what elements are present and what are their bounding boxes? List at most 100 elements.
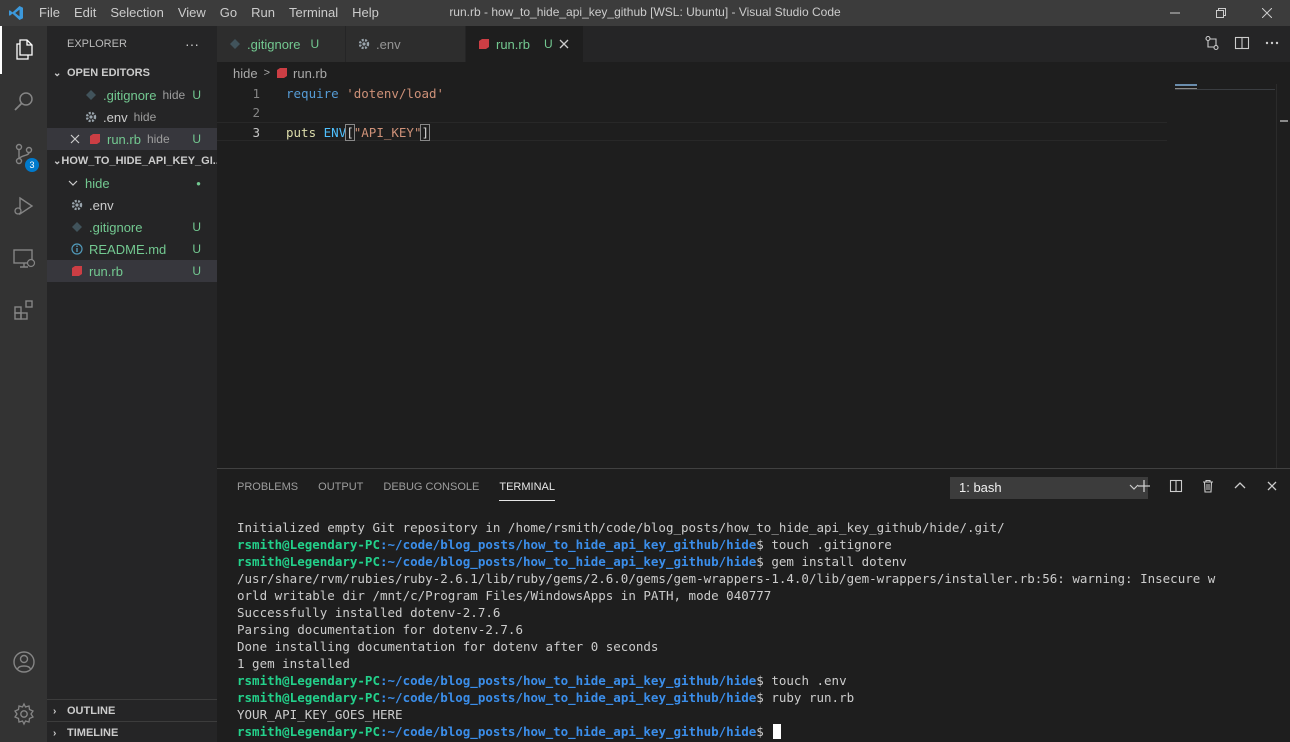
minimize-button[interactable] xyxy=(1152,0,1198,26)
menu-view[interactable]: View xyxy=(171,0,213,26)
menu-run[interactable]: Run xyxy=(244,0,282,26)
tab-problems[interactable]: PROBLEMS xyxy=(237,469,298,505)
git-status-badge: U xyxy=(543,37,553,51)
file-name: README.md xyxy=(89,241,167,257)
terminal-select[interactable]: 1: bash xyxy=(950,477,1148,499)
close-icon[interactable] xyxy=(67,131,83,147)
file-run-rb[interactable]: run.rb U xyxy=(47,260,217,282)
tab-terminal[interactable]: TERMINAL xyxy=(499,469,555,505)
project-folder-label: HOW_TO_HIDE_API_KEY_GI... xyxy=(61,155,217,167)
line-number: 2 xyxy=(252,105,260,120)
terminal-output-line: Initialized empty Git repository in /hom… xyxy=(237,520,1005,535)
editor-tabs: .gitignore U .env run.rb U xyxy=(217,26,1290,62)
prompt-path: :~/code/blog_posts/how_to_hide_api_key_g… xyxy=(380,724,757,739)
tab-env[interactable]: .env xyxy=(346,26,466,62)
restore-icon xyxy=(1216,8,1226,18)
breadcrumb-file[interactable]: run.rb xyxy=(293,66,327,81)
settings-file-icon xyxy=(69,197,85,213)
open-editor-folder: hide xyxy=(146,132,170,146)
extensions-activity-button[interactable] xyxy=(0,286,47,334)
more-icon[interactable] xyxy=(1264,35,1280,54)
run-debug-activity-button[interactable] xyxy=(0,182,47,230)
maximize-panel-icon[interactable] xyxy=(1232,478,1248,497)
terminal-output-line: 1 gem installed xyxy=(237,656,350,671)
open-editor-folder: hide xyxy=(133,110,157,124)
tab-label: .env xyxy=(376,36,401,52)
restore-button[interactable] xyxy=(1198,0,1244,26)
string-token: "API_KEY" xyxy=(353,125,422,140)
git-status-badge: U xyxy=(192,264,201,278)
open-editor-gitignore[interactable]: .gitignore hide U xyxy=(47,84,217,106)
constant-token: ENV xyxy=(323,125,347,140)
accounts-activity-button[interactable] xyxy=(0,638,47,686)
gitignore-file-icon xyxy=(69,219,85,235)
explorer-sidebar: EXPLORER ··· ⌄ OPEN EDITORS .gitignore h… xyxy=(47,26,217,742)
outline-label: OUTLINE xyxy=(67,705,116,717)
line-number: 1 xyxy=(252,86,260,101)
chevron-right-icon: > xyxy=(263,67,271,79)
tab-run-rb[interactable]: run.rb U xyxy=(466,26,584,62)
search-activity-button[interactable] xyxy=(0,78,47,126)
tab-output[interactable]: OUTPUT xyxy=(318,469,363,505)
file-name: .gitignore xyxy=(89,219,143,235)
source-control-activity-button[interactable]: 3 xyxy=(0,130,47,178)
split-terminal-icon[interactable] xyxy=(1168,478,1184,497)
minimap[interactable] xyxy=(1175,84,1275,94)
menu-terminal[interactable]: Terminal xyxy=(282,0,345,26)
timeline-section[interactable]: › TIMELINE xyxy=(47,721,217,742)
file-name: run.rb xyxy=(89,263,123,279)
more-actions-button[interactable]: ··· xyxy=(185,36,199,52)
menu-selection[interactable]: Selection xyxy=(103,0,170,26)
close-tab-icon[interactable] xyxy=(559,39,569,49)
open-editors-header[interactable]: ⌄ OPEN EDITORS xyxy=(47,62,217,84)
file-readme[interactable]: README.md U xyxy=(47,238,217,260)
terminal-command-line: rsmith@Legendary-PC:~/code/blog_posts/ho… xyxy=(237,553,1282,570)
activity-bar: 3 xyxy=(0,26,47,742)
trash-icon[interactable] xyxy=(1200,478,1216,497)
tab-gitignore[interactable]: .gitignore U xyxy=(217,26,346,62)
remote-explorer-activity-button[interactable] xyxy=(0,234,47,282)
terminal-select-value: 1: bash xyxy=(959,480,1002,495)
close-window-button[interactable] xyxy=(1244,0,1290,26)
open-editor-folder: hide xyxy=(162,88,186,102)
tab-debug-console[interactable]: DEBUG CONSOLE xyxy=(383,469,479,505)
manage-activity-button[interactable] xyxy=(0,690,47,738)
breadcrumb-folder[interactable]: hide xyxy=(233,66,258,81)
line-number: 3 xyxy=(252,125,260,140)
close-panel-icon[interactable] xyxy=(1264,478,1280,497)
open-editor-run-rb[interactable]: run.rb hide U xyxy=(47,128,217,150)
terminal-command-line: rsmith@Legendary-PC:~/code/blog_posts/ho… xyxy=(237,672,1282,689)
command-text: $ ruby run.rb xyxy=(756,690,855,705)
command-text: $ xyxy=(756,724,772,739)
prompt-user: rsmith@Legendary-PC xyxy=(237,724,380,739)
menu-help[interactable]: Help xyxy=(345,0,386,26)
open-editor-env[interactable]: .env hide xyxy=(47,106,217,128)
menu-edit[interactable]: Edit xyxy=(67,0,103,26)
open-changes-icon[interactable] xyxy=(1204,35,1220,54)
menu-file[interactable]: File xyxy=(32,0,67,26)
folder-name: hide xyxy=(85,175,110,191)
terminal-output[interactable]: Initialized empty Git repository in /hom… xyxy=(237,519,1282,740)
explorer-activity-button[interactable] xyxy=(0,26,47,74)
chevron-down-icon: ⌄ xyxy=(53,155,62,167)
editor-scrollbar[interactable] xyxy=(1276,84,1290,468)
command-text: $ gem install dotenv xyxy=(756,554,907,569)
menu-go[interactable]: Go xyxy=(213,0,244,26)
project-folder-header[interactable]: ⌄ HOW_TO_HIDE_API_KEY_GI... xyxy=(47,150,217,172)
settings-file-icon xyxy=(358,38,370,50)
gitignore-file-icon xyxy=(83,87,99,103)
files-icon xyxy=(15,39,33,60)
code-editor[interactable]: 1 require 'dotenv/load' 2 3 puts ENV["AP… xyxy=(217,84,1290,468)
new-terminal-icon[interactable] xyxy=(1136,478,1152,497)
split-editor-icon[interactable] xyxy=(1234,35,1250,54)
gear-icon xyxy=(13,702,34,726)
prompt-user: rsmith@Legendary-PC xyxy=(237,537,380,552)
terminal-command-line: rsmith@Legendary-PC:~/code/blog_posts/ho… xyxy=(237,689,1282,706)
outline-section[interactable]: › OUTLINE xyxy=(47,699,217,722)
folder-hide[interactable]: hide ● xyxy=(47,172,217,194)
file-gitignore[interactable]: .gitignore U xyxy=(47,216,217,238)
terminal-command-line: rsmith@Legendary-PC:~/code/blog_posts/ho… xyxy=(237,536,1282,553)
open-editor-name: .gitignore xyxy=(103,87,157,103)
command-text: $ touch .gitignore xyxy=(756,537,892,552)
file-env[interactable]: .env xyxy=(47,194,217,216)
